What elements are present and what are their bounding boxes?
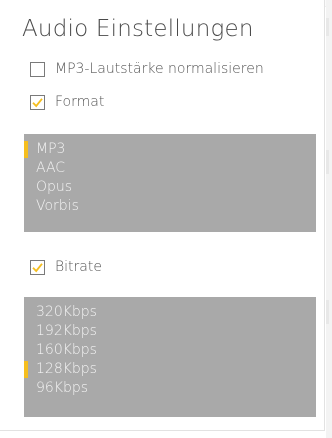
- format-list-item[interactable]: MP3: [24, 140, 316, 159]
- bitrate-check-icon: [32, 262, 43, 272]
- adjacent-panel-edge: [326, 0, 332, 438]
- format-label: Format: [55, 94, 105, 110]
- bitrate-label: Bitrate: [55, 259, 102, 275]
- bitrate-list-item[interactable]: 192Kbps: [24, 322, 316, 341]
- bitrate-option[interactable]: Bitrate: [30, 256, 102, 278]
- bitrate-list-item[interactable]: 320Kbps: [24, 303, 316, 322]
- selection-indicator: [24, 141, 28, 158]
- bitrate-checkbox[interactable]: [30, 259, 45, 275]
- format-item-label: AAC: [36, 160, 66, 176]
- format-list-item[interactable]: Opus: [24, 178, 316, 197]
- bitrate-list[interactable]: 320Kbps 192Kbps 160Kbps 128Kbps 96Kbps: [24, 297, 316, 417]
- normalize-label: MP3-Lautstärke normalisieren: [55, 61, 264, 77]
- format-list-item[interactable]: Vorbis: [24, 197, 316, 216]
- edge-mark: [326, 300, 329, 324]
- normalize-option[interactable]: MP3-Lautstärke normalisieren: [30, 58, 264, 80]
- selection-indicator: [24, 361, 28, 378]
- format-list-item[interactable]: AAC: [24, 159, 316, 178]
- edge-mark: [326, 150, 329, 174]
- audio-settings-panel: Audio Einstellungen MP3-Lautstärke norma…: [0, 0, 325, 431]
- bitrate-item-label: 160Kbps: [36, 342, 97, 358]
- page-title: Audio Einstellungen: [22, 16, 254, 42]
- format-check-icon: [32, 97, 43, 107]
- normalize-checkbox[interactable]: [30, 61, 45, 77]
- format-item-label: Opus: [36, 179, 73, 195]
- format-list[interactable]: MP3 AAC Opus Vorbis: [24, 134, 316, 232]
- format-item-label: Vorbis: [36, 198, 79, 214]
- format-item-label: MP3: [36, 141, 66, 157]
- bitrate-list-item[interactable]: 128Kbps: [24, 360, 316, 379]
- edge-mark: [326, 18, 329, 36]
- bitrate-item-label: 192Kbps: [36, 323, 97, 339]
- bitrate-item-label: 320Kbps: [36, 304, 97, 320]
- bitrate-item-label: 96Kbps: [36, 380, 89, 396]
- bitrate-list-item[interactable]: 160Kbps: [24, 341, 316, 360]
- bitrate-item-label: 128Kbps: [36, 361, 97, 377]
- bitrate-list-item[interactable]: 96Kbps: [24, 379, 316, 398]
- format-checkbox[interactable]: [30, 94, 45, 110]
- format-option[interactable]: Format: [30, 91, 104, 113]
